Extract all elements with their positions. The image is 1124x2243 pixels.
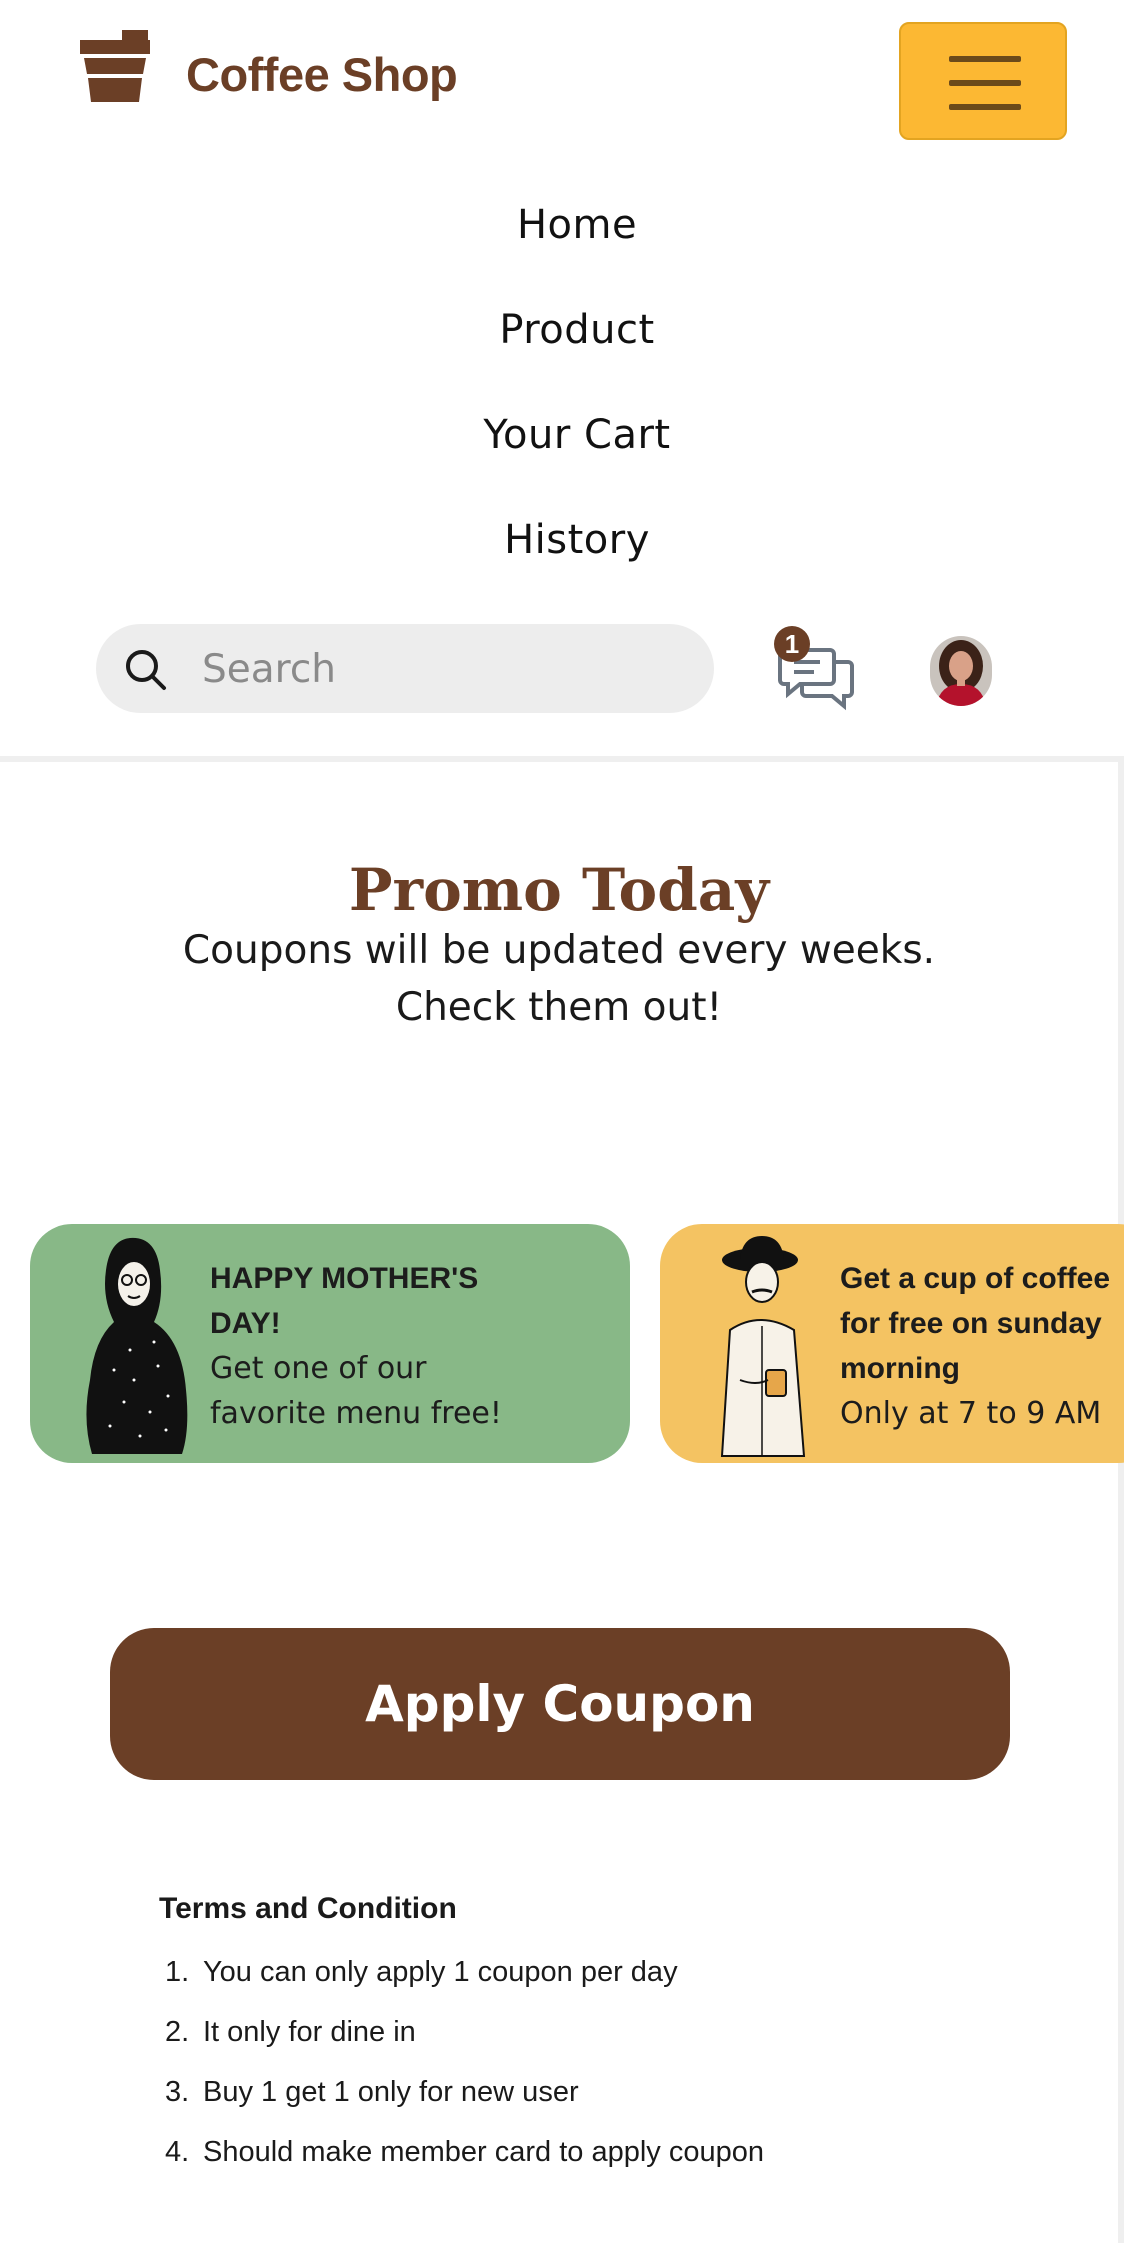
search-input[interactable] — [200, 624, 684, 715]
hamburger-icon — [949, 56, 1021, 62]
brand-name[interactable]: Coffee Shop — [186, 47, 458, 102]
terms-item: 2. It only for dine in — [159, 2010, 764, 2070]
header-divider — [0, 756, 1124, 762]
coupon-title-line2: for free on sunday — [840, 1307, 1102, 1340]
nav-link-home[interactable]: Home — [0, 202, 1124, 248]
nav-link-product[interactable]: Product — [0, 307, 1124, 353]
terms-item: 3. Buy 1 get 1 only for new user — [159, 2070, 764, 2130]
coupon-title-line1: Get a cup of coffee — [840, 1262, 1111, 1295]
chat-badge: 1 — [774, 626, 810, 662]
avatar[interactable] — [930, 636, 992, 706]
search-icon — [126, 650, 166, 690]
terms-item-text: Should make member card to apply coupon — [203, 2136, 764, 2168]
coupon-card-sunday-coffee[interactable]: Get a cup of coffee for free on sunday m… — [660, 1224, 1124, 1463]
coupon-card-mothers-day[interactable]: HAPPY MOTHER'S DAY! Get one of our favor… — [30, 1224, 630, 1463]
coupon-desc-line2: favorite menu free! — [210, 1396, 502, 1431]
terms-item-number: 3. — [165, 2076, 190, 2108]
terms-item-number: 2. — [165, 2016, 190, 2048]
nav-link-history[interactable]: History — [0, 517, 1124, 563]
terms-item: 1. You can only apply 1 coupon per day — [159, 1950, 764, 2010]
hamburger-icon-bar — [949, 80, 1021, 86]
terms-item-text: Buy 1 get 1 only for new user — [203, 2076, 579, 2108]
terms-item: 4. Should make member card to apply coupo… — [159, 2130, 764, 2190]
terms-list: 1. You can only apply 1 coupon per day 2.… — [159, 1950, 764, 2190]
promo-subtitle-line2: Check them out! — [395, 985, 723, 1030]
terms-item-number: 1. — [165, 1956, 190, 1988]
content-border — [1118, 762, 1124, 2243]
nav-link-cart[interactable]: Your Cart — [0, 412, 1124, 458]
promo-subtitle-line1: Coupons will be updated every weeks. — [182, 928, 936, 973]
hamburger-icon-bar — [949, 104, 1021, 110]
coffee-cup-icon — [76, 28, 154, 106]
coupon-desc-line1: Only at 7 to 9 AM — [840, 1396, 1102, 1431]
coupon-desc-line1: Get one of our — [210, 1351, 427, 1386]
terms-item-number: 4. — [165, 2136, 190, 2168]
terms-item-text: You can only apply 1 coupon per day — [203, 1956, 678, 1988]
promo-title: Promo Today — [348, 856, 770, 924]
coupon-title-line3: morning — [840, 1352, 960, 1385]
menu-button[interactable] — [899, 22, 1067, 140]
coupon-title-line1: HAPPY MOTHER'S — [210, 1262, 479, 1295]
woman-illustration — [86, 1237, 188, 1454]
apply-coupon-button[interactable]: Apply Coupon — [110, 1628, 1010, 1780]
terms-item-text: It only for dine in — [203, 2016, 416, 2048]
man-with-coffee-illustration — [720, 1236, 806, 1457]
coupon-title-line2: DAY! — [210, 1307, 281, 1340]
search-bar[interactable] — [96, 624, 714, 715]
terms-title: Terms and Condition — [159, 1892, 457, 1925]
